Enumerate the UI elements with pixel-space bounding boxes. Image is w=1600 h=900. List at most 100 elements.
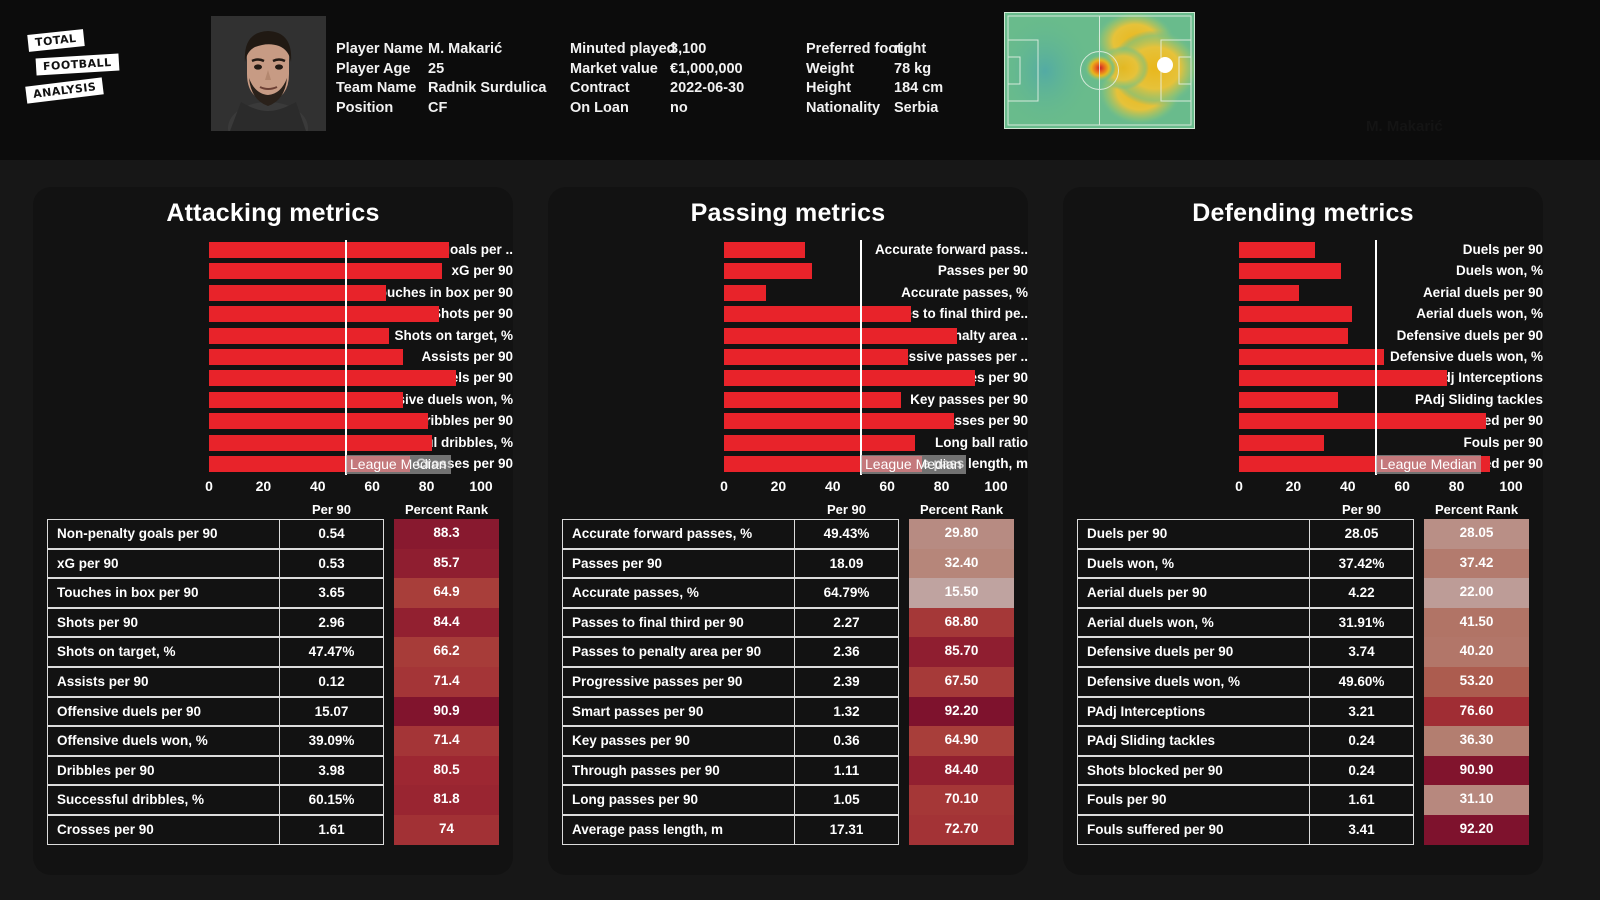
table-row: Offensive duels per 90 15.07 90.9 [47,696,501,728]
cell-metric-name: Through passes per 90 [562,755,794,786]
cell-gap [1414,608,1424,638]
cell-per90-value: 1.61 [279,814,384,845]
cell-gap [1414,697,1424,727]
cell-per90-value: 0.12 [279,666,384,697]
cell-gap [384,667,394,697]
info-value: Serbia [894,99,939,116]
total-football-analysis-logo: TOTAL FOOTBALL ANALYSIS [22,29,120,114]
table-row: Shots on target, % 47.47% 66.2 [47,637,501,668]
player-info-column-3: Preferred foot right Weight 78 kg Height 18… [806,40,943,118]
table-row: Passes to penalty area per 90 2.36 85.70 [562,637,1016,668]
table-row: PAdj Sliding tackles 0.24 36.30 [1077,726,1531,757]
cell-per90-value: 1.32 [794,696,899,727]
cell-metric-name: Key passes per 90 [562,726,794,756]
info-key: Weight [806,60,855,77]
chart-row: Accurate passes, % [548,283,1028,303]
cell-metric-name: Successful dribbles, % [47,785,279,815]
cell-per90-value: 39.09% [279,726,384,756]
chart-row: Aerial duels won, % [1063,304,1543,324]
panel-attacking-metrics: Attacking metrics Non-penalty goals per … [33,187,513,875]
chart-bar [209,284,386,301]
cell-per90-value: 2.96 [279,607,384,638]
chart-row: Shots per 90 [33,304,513,324]
cell-per90-value: 1.61 [1309,785,1414,815]
chart-row: Fouls per 90 [1063,433,1543,453]
table-row: Accurate passes, % 64.79% 15.50 [562,578,1016,609]
x-axis-tick: 0 [1235,477,1243,494]
column-header-percent-rank: Percent Rank [1434,502,1519,517]
table-row: Key passes per 90 0.36 64.90 [562,726,1016,757]
chart-bar [1239,306,1352,323]
cell-metric-name: Crosses per 90 [47,814,279,845]
cell-gap [899,697,909,727]
chart-bar [209,434,432,451]
cell-percent-rank: 71.4 [394,666,499,697]
logo-line-1: TOTAL [27,29,85,52]
cell-gap [1414,637,1424,667]
info-value: 25 [428,60,445,77]
chart-row: PAdj Sliding tackles [1063,390,1543,410]
info-key: On Loan [570,99,629,116]
cell-per90-value: 2.27 [794,607,899,638]
cell-metric-name: Shots on target, % [47,637,279,667]
defending-metrics-chart: Duels per 90 Duels won, % Aerial duels per… [1063,240,1543,494]
cell-per90-value: 0.53 [279,548,384,579]
attacking-metrics-chart: Non-penalty goals per ..xG per 90Touches… [33,240,513,494]
panel-title: Defending metrics [1192,199,1414,227]
cell-per90-value: 47.47% [279,637,384,667]
cell-percent-rank: 70.10 [909,785,1014,815]
chart-bar [724,391,901,408]
cell-gap [899,756,909,786]
panel-passing-metrics: Passing metrics Accurate forward pass.. P… [548,187,1028,875]
cell-per90-value: 0.24 [1309,755,1414,786]
x-axis-tick: 0 [205,477,213,494]
league-median-label: League Median [861,455,966,475]
cell-metric-name: Duels won, % [1077,548,1309,579]
chart-bar [1239,413,1487,430]
cell-metric-name: Passes to penalty area per 90 [562,637,794,667]
cell-per90-value: 15.07 [279,696,384,727]
chart-bar [1239,327,1349,344]
league-median-line [345,240,347,476]
x-axis-tick: 60 [879,477,895,494]
cell-metric-name: Defensive duels per 90 [1077,637,1309,667]
chart-bar [209,306,439,323]
cell-metric-name: Non-penalty goals per 90 [47,519,279,549]
cell-per90-value: 0.24 [1309,726,1414,756]
cell-gap [899,519,909,549]
table-row: Fouls suffered per 90 3.41 92.20 [1077,814,1531,846]
chart-bar [209,391,404,408]
cell-metric-name: Accurate passes, % [562,578,794,608]
column-header-percent-rank: Percent Rank [919,502,1004,517]
chart-bar [724,327,958,344]
chart-bar [724,242,806,258]
chart-row: Successful dribbles, % [33,433,513,453]
column-header-per90: Per 90 [311,502,352,517]
cell-gap [899,815,909,845]
table-row: Through passes per 90 1.11 84.40 [562,755,1016,787]
x-axis-tick: 20 [770,477,787,494]
info-row: Nationality Serbia [806,99,943,119]
cell-metric-name: Touches in box per 90 [47,578,279,608]
table-row: Defensive duels won, % 49.60% 53.20 [1077,666,1531,698]
cell-percent-rank: 29.80 [909,519,1014,549]
cell-gap [1414,667,1424,697]
chart-bar [1239,348,1384,365]
info-row: Preferred foot right [806,40,943,60]
cell-metric-name: xG per 90 [47,548,279,579]
chart-row: Progressive passes per .. [548,347,1028,367]
cell-metric-name: PAdj Interceptions [1077,696,1309,727]
x-axis-tick: 80 [1448,477,1465,494]
info-value: 184 cm [894,80,944,96]
league-median-line [860,240,862,476]
cell-per90-value: 1.11 [794,755,899,786]
info-value: 78 kg [894,60,932,77]
cell-per90-value: 0.36 [794,726,899,756]
table-row: Assists per 90 0.12 71.4 [47,666,501,698]
cell-metric-name: Long passes per 90 [562,785,794,815]
table-row: Progressive passes per 90 2.39 67.50 [562,666,1016,698]
panel-title: Attacking metrics [166,199,380,227]
cell-gap [1414,785,1424,815]
chart-bar [1239,263,1341,280]
cell-gap [899,578,909,608]
